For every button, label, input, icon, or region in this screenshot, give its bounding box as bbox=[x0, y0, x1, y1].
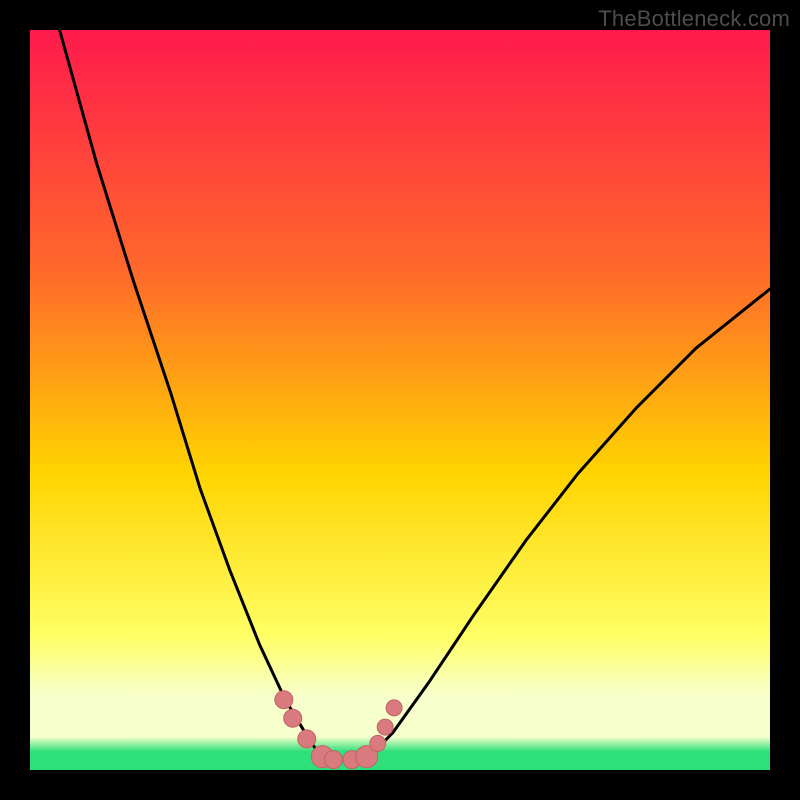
curve-right-curve bbox=[367, 289, 770, 759]
watermark-text: TheBottleneck.com bbox=[598, 6, 790, 32]
valley-marker-2 bbox=[298, 730, 316, 748]
valley-marker-4 bbox=[324, 751, 342, 769]
valley-marker-8 bbox=[377, 719, 393, 735]
curve-left-curve bbox=[60, 30, 323, 759]
curves-group bbox=[60, 30, 770, 759]
valley-marker-0 bbox=[275, 691, 293, 709]
valley-marker-1 bbox=[284, 709, 302, 727]
valley-marker-9 bbox=[386, 700, 402, 716]
valley-marker-7 bbox=[370, 735, 386, 751]
plot-area bbox=[30, 30, 770, 770]
curve-overlay bbox=[30, 30, 770, 770]
chart-frame: TheBottleneck.com bbox=[0, 0, 800, 800]
markers-group bbox=[275, 691, 402, 769]
